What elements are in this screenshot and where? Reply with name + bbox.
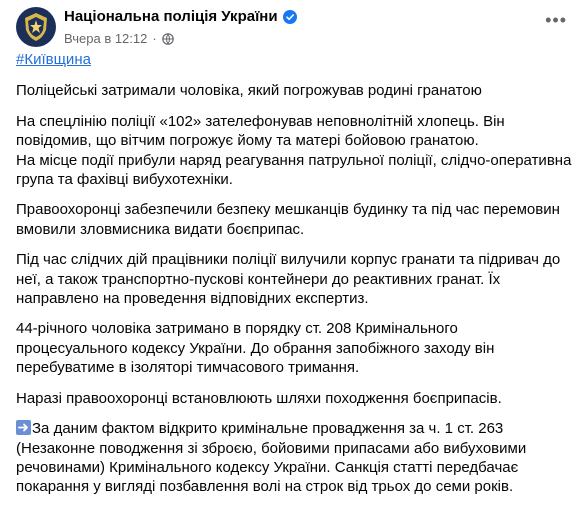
- post-line: Поліцейські затримали чоловіка, який пог…: [16, 82, 482, 100]
- post-line: На місце події прибули наряд реагування …: [16, 151, 572, 169]
- more-options-icon[interactable]: •••: [545, 11, 567, 29]
- post-line: На спецлінію поліції «102» зателефонував…: [16, 112, 505, 130]
- post-line: направлено на проведення відповідних екс…: [16, 290, 369, 308]
- post-line: повідомив, що вітчим погрожує йому та ма…: [16, 132, 479, 150]
- post-line: вмовили зловмисника видати боєприпас.: [16, 220, 305, 238]
- post-line: речовинами) Кримінального кодексу Україн…: [16, 458, 519, 476]
- post-line: (Незаконне поводження зі зброєю, бойовим…: [16, 439, 527, 457]
- post-line: група та фахівці вибухотехніки.: [16, 171, 233, 189]
- post-timestamp[interactable]: Вчера в 12:12: [64, 31, 147, 46]
- police-emblem-icon[interactable]: [16, 7, 56, 47]
- post-line: Правоохоронці забезпечили безпеку мешкан…: [16, 201, 560, 219]
- post-line: Під час слідчих дій працівники поліції в…: [16, 251, 561, 269]
- post-line: Наразі правоохоронці встановлюють шляхи …: [16, 389, 502, 407]
- globe-icon[interactable]: [161, 32, 174, 45]
- hashtag-link[interactable]: #Київщина: [16, 50, 566, 69]
- post-paragraph: За даним фактом відкрито кримінальне про…: [16, 419, 566, 497]
- post-header: Національна поліція України Вчера в 12:1…: [16, 7, 569, 51]
- post-meta: Вчера в 12:12 ·: [64, 31, 174, 46]
- post-paragraph: Наразі правоохоронці встановлюють шляхи …: [16, 389, 566, 408]
- post-paragraph: Під час слідчих дій працівники поліції в…: [16, 250, 566, 308]
- facebook-post: Національна поліція України Вчера в 12:1…: [0, 0, 581, 495]
- post-line-with-emoji: За даним фактом відкрито кримінальне про…: [16, 419, 566, 438]
- post-body: #Київщина Поліцейські затримали чоловіка…: [16, 50, 572, 508]
- post-line: За даним фактом відкрито кримінальне про…: [32, 420, 504, 438]
- post-paragraph: На спецлінію поліції «102» зателефонував…: [16, 112, 572, 190]
- page-name[interactable]: Національна поліція України: [64, 8, 297, 25]
- post-paragraph: Поліцейські затримали чоловіка, який пог…: [16, 81, 566, 100]
- page-name-text[interactable]: Національна поліція України: [64, 8, 278, 25]
- post-paragraph: Правоохоронці забезпечили безпеку мешкан…: [16, 200, 566, 239]
- post-line: неї, а також транспортно-пускові контейн…: [16, 270, 501, 288]
- post-line: перебуватиме в ізоляторі тимчасового три…: [16, 359, 360, 377]
- verified-badge-icon: [282, 9, 297, 24]
- post-line: процесуального кодексу України. До обран…: [16, 339, 495, 357]
- meta-separator: ·: [152, 31, 157, 46]
- right-arrow-emoji-icon: [16, 420, 31, 436]
- post-paragraph: 44-річного чоловіка затримано в порядку …: [16, 319, 566, 377]
- post-line: 44-річного чоловіка затримано в порядку …: [16, 320, 458, 338]
- post-line: покарання у вигляді позбавлення волі на …: [16, 478, 514, 496]
